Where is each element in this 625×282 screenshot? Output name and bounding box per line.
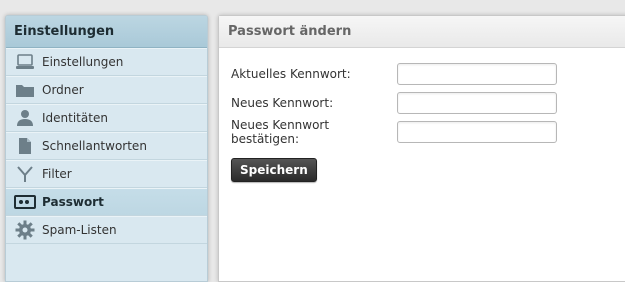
document-icon	[14, 137, 36, 155]
sidebar-item-schnellantworten[interactable]: Schnellantworten	[6, 132, 207, 160]
confirm-password-row: Neues Kennwort bestätigen:	[231, 118, 557, 146]
new-password-input[interactable]	[397, 92, 557, 114]
sidebar-title: Einstellungen	[6, 16, 207, 48]
sidebar-item-spam-listen[interactable]: Spam-Listen	[6, 216, 207, 244]
folder-icon	[14, 81, 36, 99]
person-icon	[14, 109, 36, 127]
sidebar-item-label: Passwort	[42, 195, 104, 209]
sidebar-item-label: Schnellantworten	[42, 139, 147, 153]
current-password-input[interactable]	[397, 63, 557, 85]
panel-title: Passwort ändern	[219, 16, 625, 48]
sidebar-item-einstellungen[interactable]: Einstellungen	[6, 48, 207, 76]
save-button[interactable]: Speichern	[231, 158, 317, 182]
sidebar-item-label: Spam-Listen	[42, 223, 117, 237]
confirm-password-input[interactable]	[397, 121, 557, 143]
confirm-password-label: Neues Kennwort bestätigen:	[231, 118, 330, 146]
current-password-label: Aktuelles Kennwort:	[231, 67, 351, 81]
current-password-row: Aktuelles Kennwort:	[231, 62, 557, 86]
settings-sidebar: Einstellungen Einstellungen Ordner Ident…	[5, 15, 208, 282]
sidebar-item-label: Identitäten	[42, 111, 108, 125]
new-password-row: Neues Kennwort:	[231, 91, 557, 115]
gear-icon	[14, 220, 36, 240]
sidebar-item-ordner[interactable]: Ordner	[6, 76, 207, 104]
sidebar-item-label: Filter	[42, 167, 72, 181]
password-icon	[14, 193, 36, 211]
new-password-label: Neues Kennwort:	[231, 96, 334, 110]
password-panel: Passwort ändern Aktuelles Kennwort: Neue…	[218, 15, 625, 282]
sidebar-item-identitaeten[interactable]: Identitäten	[6, 104, 207, 132]
sidebar-item-filter[interactable]: Filter	[6, 160, 207, 188]
sidebar-item-label: Ordner	[42, 83, 84, 97]
laptop-icon	[14, 53, 36, 71]
sidebar-item-label: Einstellungen	[42, 55, 124, 69]
filter-icon	[14, 165, 36, 183]
sidebar-item-passwort[interactable]: Passwort	[6, 188, 207, 216]
